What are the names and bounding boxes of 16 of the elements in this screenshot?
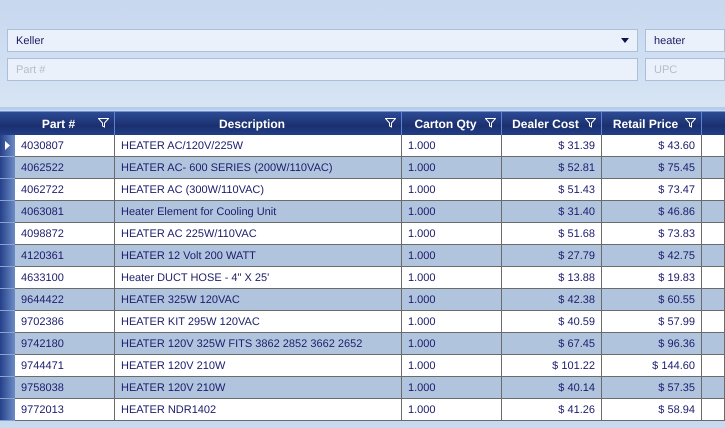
caret-icon — [621, 38, 629, 43]
table-cell: $ 58.94 — [602, 399, 702, 421]
filter-icon[interactable] — [98, 118, 109, 128]
filter-icon[interactable] — [485, 118, 496, 128]
filter-icon[interactable] — [385, 118, 396, 128]
table-cell: 1.000 — [402, 399, 502, 421]
filter-icon[interactable] — [585, 118, 596, 128]
filter-icon[interactable] — [685, 118, 696, 128]
current-row-icon — [5, 141, 10, 150]
search-field[interactable]: heater — [645, 29, 725, 52]
table-cell: HEATER NDR1402 — [115, 399, 402, 421]
table-cell — [702, 399, 725, 421]
dealer-dropdown[interactable]: Keller — [7, 29, 638, 52]
table-cell: $ 41.26 — [502, 399, 602, 421]
table-cell: 9772013 — [15, 399, 115, 421]
row-indicator[interactable] — [0, 135, 15, 157]
